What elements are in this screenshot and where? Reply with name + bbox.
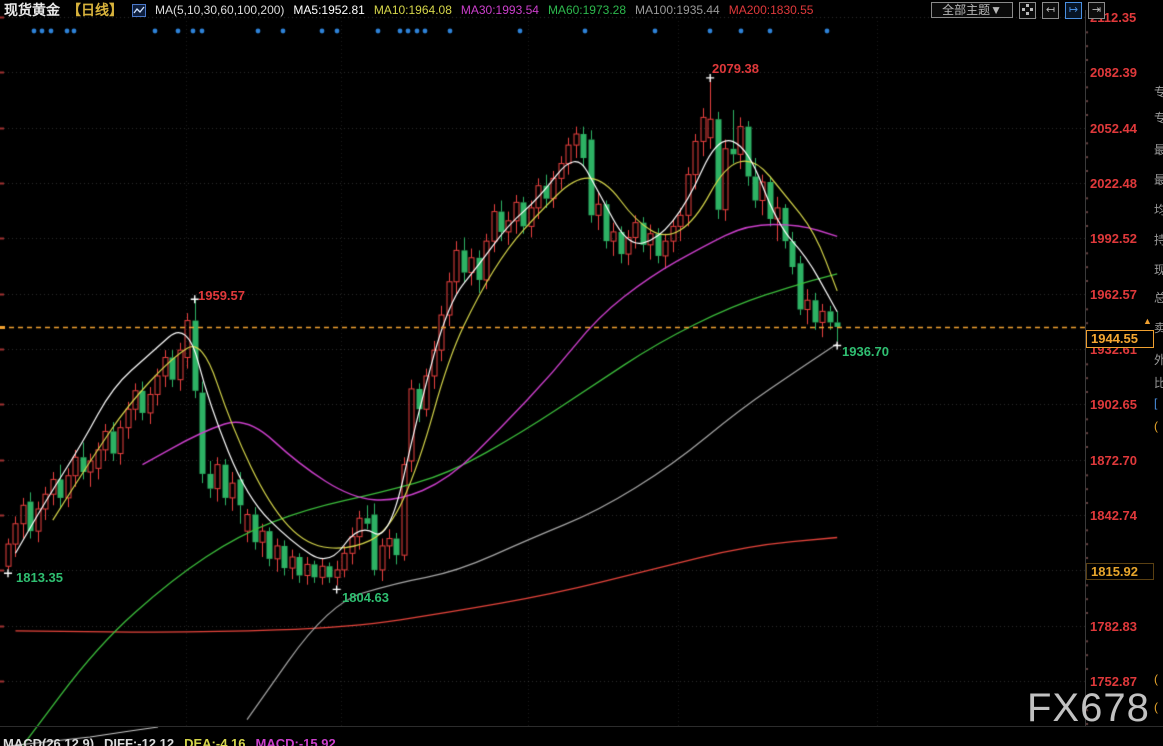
y-axis-label: 2052.44 — [1090, 120, 1137, 136]
clipped-text-fragment: 最 — [1154, 173, 1163, 187]
header-controls: 全部主题▼ ↤ ↦ ⇥ — [931, 1, 1105, 19]
chart-header: 现货黄金 【日线】 MA(5,10,30,60,100,200) MA5:195… — [0, 0, 1163, 20]
clipped-text-fragment: 比 — [1154, 376, 1163, 390]
y-axis-label: 1842.74 — [1090, 507, 1137, 523]
clipped-text-fragment: 持 — [1154, 233, 1163, 247]
macd-indicator-row: MACD(26,12,9) DIFF:-12.12 DEA:-4.16 MACD:-1… — [3, 736, 346, 746]
annotation-high: 2079.38 — [712, 61, 759, 76]
clipped-text-fragment: 专 — [1154, 85, 1163, 99]
period-label: 【日线】 — [67, 2, 123, 18]
y-axis-label: 2022.48 — [1090, 175, 1137, 191]
y-axis-label: 1782.83 — [1090, 618, 1137, 634]
indicator-label: MA(5,10,30,60,100,200) — [155, 3, 285, 17]
ma5-value: MA5:1952.81 — [293, 3, 365, 17]
pan-right-icon[interactable]: ⇥ — [1088, 1, 1105, 19]
ma30-value: MA30:1993.54 — [460, 3, 539, 17]
current-price-tag: 1944.55 — [1086, 329, 1154, 348]
ma100-value: MA100:1935.44 — [635, 3, 720, 17]
fx678-watermark: FX678 — [1027, 686, 1150, 730]
macd-params-label: MACD(26,12,9) — [3, 736, 95, 746]
clipped-text-fragment: ( — [1154, 700, 1158, 714]
clipped-text-fragment: ( — [1154, 419, 1158, 433]
annotation-last-low: 1936.70 — [842, 344, 889, 359]
clipped-text-fragment: 均 — [1154, 203, 1163, 217]
clipped-text-fragment: 现 — [1154, 263, 1163, 277]
y-axis-label: 1992.52 — [1090, 231, 1137, 247]
macd-diff-value: DIFF:-12.12 — [104, 736, 175, 746]
annotation-bottom-low: 1804.63 — [342, 590, 389, 605]
ma10-value: MA10:1964.08 — [373, 3, 452, 17]
ma200-value: MA200:1830.55 — [728, 3, 814, 17]
candlestick-chart[interactable] — [0, 0, 1163, 746]
axis-scale-left-icon[interactable]: ↤ — [1042, 1, 1059, 19]
macd-macd-value: MACD:-15.92 — [255, 736, 336, 746]
mini-chart-icon[interactable] — [132, 3, 146, 17]
ma60-value: MA60:1973.28 — [547, 3, 626, 17]
pane-separator — [0, 726, 1163, 727]
annotation-swing-high: 1959.57 — [198, 288, 245, 303]
clipped-text-fragment: 卖 — [1154, 321, 1163, 335]
clipped-side-panel: 专专最最均持现总卖外比[((( — [1152, 0, 1163, 746]
clipped-text-fragment: 最 — [1154, 143, 1163, 157]
clipped-text-fragment: 总 — [1154, 291, 1163, 305]
clipped-text-fragment: [ — [1154, 396, 1158, 410]
trading-chart-app: { "header": { "title": "现货黄金", "period_l… — [0, 0, 1163, 746]
alert-price-tag: 1815.92 — [1086, 562, 1154, 580]
crosshair-icon[interactable] — [1019, 1, 1036, 19]
clipped-text-fragment: 专 — [1154, 111, 1163, 125]
axis-divider — [1085, 10, 1086, 726]
macd-dea-value: DEA:-4.16 — [184, 736, 246, 746]
theme-dropdown-button[interactable]: 全部主题▼ — [931, 2, 1013, 18]
y-axis-label: 1872.70 — [1090, 452, 1137, 468]
clipped-text-fragment: 外 — [1154, 353, 1163, 367]
price-up-arrow-icon: ▲ — [1143, 315, 1152, 326]
annotation-left-low: 1813.35 — [16, 570, 63, 585]
y-axis-label: 2082.39 — [1090, 65, 1137, 81]
y-axis-label: 1962.57 — [1090, 286, 1137, 302]
symbol-title: 现货黄金 — [4, 2, 60, 18]
clipped-text-fragment: ( — [1154, 672, 1158, 686]
y-axis-label: 1902.65 — [1090, 397, 1137, 413]
axis-scale-right-icon[interactable]: ↦ — [1065, 1, 1082, 19]
